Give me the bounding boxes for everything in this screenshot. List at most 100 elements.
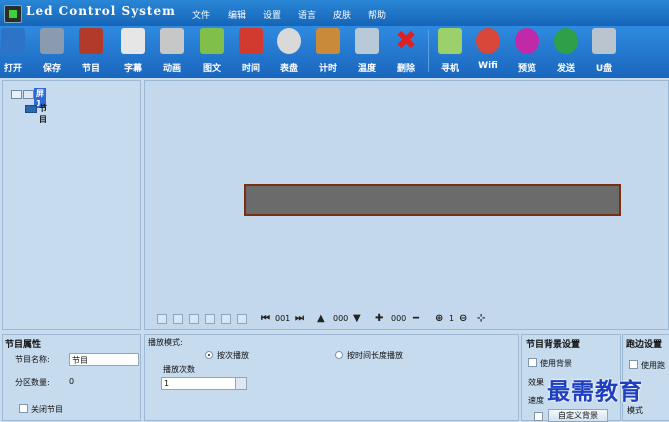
plus-icon[interactable]: ✚	[375, 313, 383, 324]
save-disk-icon	[40, 28, 64, 54]
program-name-input[interactable]: 节目	[69, 353, 139, 366]
animation-icon	[160, 28, 184, 54]
app-logo-icon	[4, 5, 22, 23]
zoom-in-icon[interactable]: ⊕	[435, 313, 443, 324]
layout-5-icon[interactable]	[221, 314, 231, 324]
app-title: Led Control System	[26, 4, 176, 18]
send-globe-icon	[554, 28, 578, 54]
program-tree-panel: 屏1 节目	[2, 80, 141, 330]
watermark-text: 最需教育	[547, 378, 643, 405]
toolbar-delete-button[interactable]: ✖ 删除	[387, 26, 425, 76]
toolbar-program-button[interactable]: 节目	[72, 26, 110, 76]
play-count-value: 1	[164, 379, 170, 388]
expand-icon[interactable]	[11, 90, 22, 99]
image-text-icon	[200, 28, 224, 54]
layout-6-icon[interactable]	[237, 314, 247, 324]
play-mode-panel: 播放模式: 按次播放 按时间长度播放 播放次数 1	[144, 334, 519, 421]
close-program-label: 关闭节目	[31, 405, 63, 414]
toolbar-time-button[interactable]: 时间	[232, 26, 270, 76]
open-folder-icon	[1, 28, 25, 54]
toolbar-temperature-button[interactable]: 温度	[348, 26, 386, 76]
toolbar-save-button[interactable]: 保存	[33, 26, 71, 76]
up-arrow-icon[interactable]: ▲	[317, 313, 325, 324]
mode-label: 模式	[627, 406, 643, 415]
toolbar: 打开 保存 节目 字幕 动画 图文 时间 表盘 计时 温度 ✖ 删除 寻机 Wi…	[0, 26, 669, 78]
speed-label: 速度	[528, 396, 544, 405]
usb-drive-icon	[592, 28, 616, 54]
layout-3-icon[interactable]	[189, 314, 199, 324]
play-by-duration-label: 按时间长度播放	[347, 351, 403, 360]
first-icon[interactable]: ⏮	[261, 313, 270, 324]
toolbar-wifi-button[interactable]: Wifi	[469, 26, 507, 76]
custom-bg-button[interactable]: 自定义背景	[548, 409, 608, 422]
trim-title: 跑边设置	[626, 340, 663, 350]
spinner-arrows-icon[interactable]	[235, 378, 246, 389]
bg-title: 节目背景设置	[526, 340, 581, 350]
last-icon[interactable]: ⏭	[295, 313, 304, 324]
layout-2-icon[interactable]	[173, 314, 183, 324]
height-value: 000	[333, 314, 349, 323]
clock-dial-icon	[277, 28, 301, 54]
preview-play-icon	[515, 28, 539, 54]
props-title: 节目属性	[5, 340, 42, 350]
toolbar-image-text-button[interactable]: 图文	[193, 26, 231, 76]
program-properties-panel: 节目属性 节目名称: 节目 分区数量: 0 关闭节目	[2, 334, 141, 421]
toolbar-subtitle-button[interactable]: 字幕	[114, 26, 152, 76]
menu-edit[interactable]: 编辑	[228, 8, 246, 21]
toolbar-send-button[interactable]: 发送	[547, 26, 585, 76]
search-device-icon	[438, 28, 462, 54]
preview-canvas[interactable]: ⏮ 001 ⏭ ▲ 000 ▼ ✚ 000 ━ ⊕ 1 ⊖ ⊹	[144, 80, 669, 330]
play-count-label: 播放次数	[163, 365, 195, 374]
index-value: 001	[275, 314, 291, 323]
toolbar-open-button[interactable]: 打开	[0, 26, 32, 76]
zone-count-value: 0	[69, 377, 75, 386]
temperature-icon	[355, 28, 379, 54]
zoom-out-icon[interactable]: ⊖	[459, 313, 467, 324]
toolbar-preview-button[interactable]: 预览	[508, 26, 546, 76]
minus-icon[interactable]: ━	[413, 313, 419, 324]
wifi-icon	[476, 28, 500, 54]
subtitle-pen-icon	[121, 28, 145, 54]
use-border-label: 使用跑	[641, 361, 665, 370]
toolbar-search-device-button[interactable]: 寻机	[431, 26, 469, 76]
zone-count-label: 分区数量:	[15, 378, 50, 387]
play-count-spinner[interactable]: 1	[161, 377, 247, 390]
toolbar-separator	[428, 30, 429, 72]
program-icon	[25, 105, 37, 113]
fit-icon[interactable]: ⊹	[477, 313, 485, 324]
menu-settings[interactable]: 设置	[263, 8, 281, 21]
program-film-icon	[79, 28, 103, 54]
hourglass-icon	[316, 28, 340, 54]
down-arrow-icon[interactable]: ▼	[353, 313, 361, 324]
play-by-duration-radio[interactable]	[335, 351, 343, 359]
menu-language[interactable]: 语言	[298, 8, 316, 21]
use-bg-label: 使用背景	[540, 359, 572, 368]
led-screen-preview[interactable]	[244, 184, 621, 216]
close-program-checkbox[interactable]	[19, 404, 28, 413]
delete-x-icon: ✖	[395, 26, 417, 56]
menu-file[interactable]: 文件	[192, 8, 210, 21]
menu-help[interactable]: 帮助	[368, 8, 386, 21]
menu-skin[interactable]: 皮肤	[333, 8, 351, 21]
use-bg-checkbox[interactable]	[528, 358, 537, 367]
width-value: 000	[391, 314, 407, 323]
effect-label: 效果	[528, 378, 544, 387]
layout-1-icon[interactable]	[157, 314, 167, 324]
play-by-count-radio[interactable]	[205, 351, 213, 359]
play-by-count-label: 按次播放	[217, 351, 249, 360]
toolbar-dial-button[interactable]: 表盘	[270, 26, 308, 76]
layout-control-bar: ⏮ 001 ⏭ ▲ 000 ▼ ✚ 000 ━ ⊕ 1 ⊖ ⊹	[157, 313, 517, 327]
time-icon	[239, 28, 263, 54]
zoom-value: 1	[449, 314, 455, 323]
play-mode-label: 播放模式:	[148, 338, 183, 347]
custom-bg-checkbox[interactable]	[534, 412, 543, 421]
use-border-checkbox[interactable]	[629, 360, 638, 369]
screen-icon	[23, 90, 34, 99]
tree-item-label[interactable]: 节目	[39, 103, 47, 125]
title-bar: Led Control System 文件 编辑 设置 语言 皮肤 帮助	[0, 0, 669, 26]
program-name-label: 节目名称:	[15, 355, 50, 364]
layout-4-icon[interactable]	[205, 314, 215, 324]
toolbar-usb-button[interactable]: U盘	[585, 26, 623, 76]
toolbar-timer-button[interactable]: 计时	[309, 26, 347, 76]
toolbar-animation-button[interactable]: 动画	[153, 26, 191, 76]
